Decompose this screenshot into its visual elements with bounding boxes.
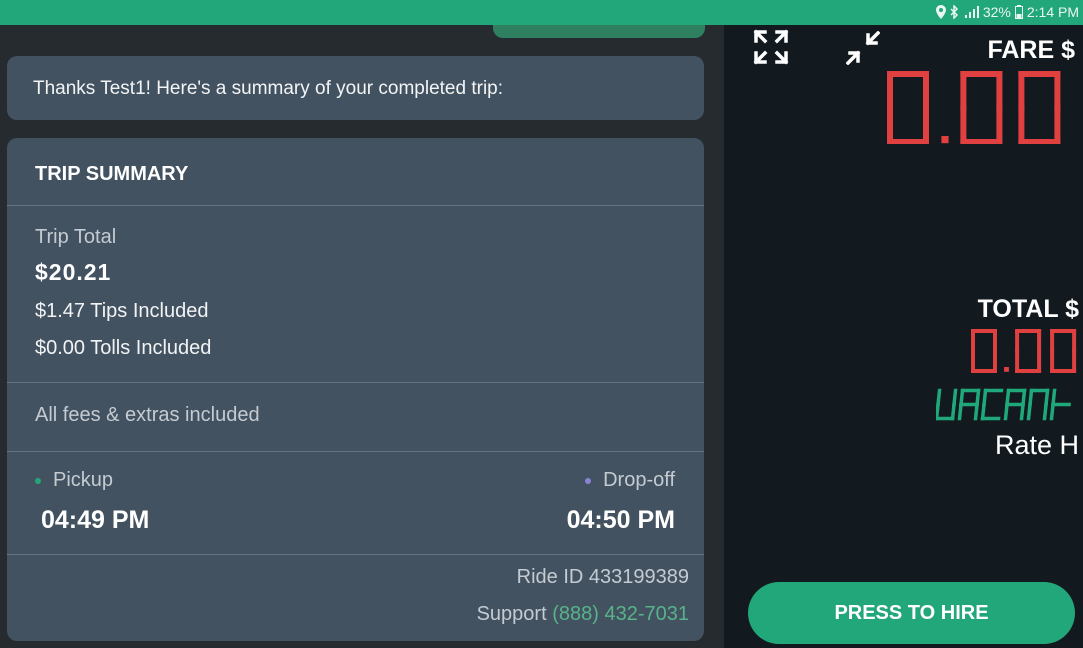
battery-icon xyxy=(1014,5,1023,19)
segment xyxy=(1019,402,1025,421)
chat-message-text: Thanks Test1! Here's a summary of your c… xyxy=(33,78,504,99)
segment xyxy=(1005,388,1011,407)
segment-digit xyxy=(980,388,1004,421)
support-line: Support (888) 432-7031 xyxy=(477,596,689,633)
segment xyxy=(980,402,986,421)
segment xyxy=(1051,388,1057,407)
segment-digit xyxy=(1018,71,1061,144)
location-icon xyxy=(935,5,946,19)
dropoff-dot-icon xyxy=(585,477,592,484)
trip-summary-pane: Thanks Test1! Here's a summary of your c… xyxy=(0,25,724,648)
fare-label: FARE $ xyxy=(987,36,1075,64)
segment xyxy=(1003,402,1009,421)
dropoff-block: Drop-off 04:50 PM xyxy=(567,469,675,535)
segment xyxy=(957,402,963,421)
segment-digit xyxy=(1049,388,1071,421)
compress-icon[interactable] xyxy=(845,30,881,70)
segment xyxy=(973,402,979,421)
segment-digit xyxy=(960,71,1003,144)
battery-percent: 32% xyxy=(982,4,1011,20)
dropoff-time: 04:50 PM xyxy=(566,506,675,534)
decimal-point xyxy=(1004,367,1009,372)
trip-total-amount: $20.21 xyxy=(35,259,112,285)
expand-icon[interactable] xyxy=(753,29,789,70)
segment-digit xyxy=(957,388,981,421)
total-label: TOTAL $ xyxy=(977,295,1079,323)
segment xyxy=(959,388,965,407)
support-phone-link[interactable]: (888) 432-7031 xyxy=(552,603,689,625)
segment-digit xyxy=(1015,329,1042,373)
trip-times: Pickup 04:49 PM Drop-off 04:50 PM xyxy=(7,452,704,555)
decimal-point xyxy=(941,136,949,144)
pickup-dot-icon xyxy=(35,477,41,484)
trip-summary-card: TRIP SUMMARY Trip Total $20.21 $1.47 Tip… xyxy=(7,138,704,641)
ride-id: Ride ID 433199389 xyxy=(516,566,689,588)
meter-status-display xyxy=(936,388,1071,421)
trip-summary-title: TRIP SUMMARY xyxy=(7,138,704,206)
clock: 2:14 PM xyxy=(1026,4,1079,20)
segment-digit xyxy=(1003,388,1027,421)
segment xyxy=(936,402,940,421)
trip-total-section: Trip Total $20.21 $1.47 Tips Included $0… xyxy=(7,206,704,383)
total-display xyxy=(971,329,1077,373)
chat-message: Thanks Test1! Here's a summary of your c… xyxy=(7,56,704,120)
segment-digit xyxy=(1026,388,1050,421)
segment-digit xyxy=(971,329,997,373)
dropoff-label: Drop-off xyxy=(603,469,675,491)
trip-total-label: Trip Total xyxy=(35,226,117,248)
segment-digit xyxy=(1050,329,1077,373)
segment xyxy=(975,388,981,407)
pickup-label: Pickup xyxy=(53,469,114,491)
segment xyxy=(1026,402,1032,421)
segment-digit xyxy=(887,71,929,144)
segment xyxy=(950,402,956,421)
segment xyxy=(936,388,942,407)
segment xyxy=(1049,402,1055,421)
support-label: Support xyxy=(476,603,547,625)
rate-label: Rate H xyxy=(994,430,1079,460)
trip-footer: Ride ID 433199389 Support (888) 432-7031 xyxy=(477,559,689,633)
meter-panel: FARE $ TOTAL $ Rate H PRESS TO HIRE xyxy=(724,25,1083,648)
press-to-hire-button[interactable]: PRESS TO HIRE xyxy=(748,582,1075,644)
tolls-line: $0.00 Tolls Included xyxy=(35,337,212,359)
segment xyxy=(1042,402,1048,421)
fees-note: All fees & extras included xyxy=(7,383,704,452)
segment xyxy=(952,388,958,407)
fare-display xyxy=(887,71,1061,144)
segment xyxy=(1021,388,1027,407)
bluetooth-icon xyxy=(950,5,959,19)
segment xyxy=(1044,388,1050,407)
segment xyxy=(982,388,988,407)
lte-signal-icon xyxy=(963,5,979,19)
segment-digit xyxy=(936,388,958,421)
tips-line: $1.47 Tips Included xyxy=(35,300,209,322)
pickup-block: Pickup 04:49 PM xyxy=(35,469,149,535)
previous-message-bubble xyxy=(493,25,705,38)
segment xyxy=(1028,388,1034,407)
pickup-time: 04:49 PM xyxy=(41,506,150,534)
status-bar: 32% 2:14 PM xyxy=(0,0,1083,25)
